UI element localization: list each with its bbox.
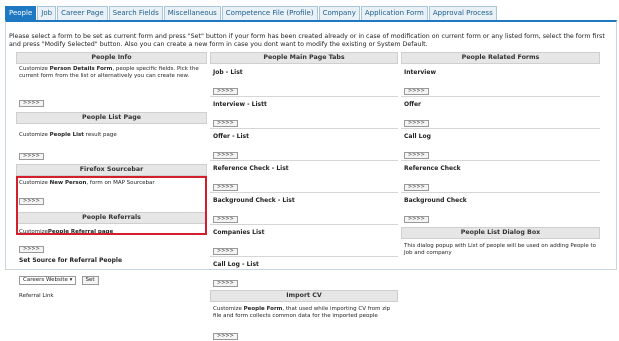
- related-form-label: Offer: [404, 101, 421, 108]
- tab-company[interactable]: Company: [318, 6, 360, 20]
- chevron-down-icon: ▾: [69, 277, 73, 283]
- main-tab-item-label: Job - List: [213, 69, 243, 76]
- right-column: People Related Forms Interview >>>> Offe…: [401, 52, 600, 259]
- import-cv-text: Customize People Form, that used while i…: [210, 302, 398, 322]
- divider: [210, 160, 398, 161]
- related-form-button[interactable]: >>>>: [404, 88, 429, 95]
- divider: [401, 160, 600, 161]
- divider: [401, 96, 600, 97]
- divider: [401, 192, 600, 193]
- main-tab-item-label: Background Check - List: [213, 197, 295, 204]
- people-info-text: Customize Person Details Form, people sp…: [16, 64, 207, 89]
- tab-miscellaneous[interactable]: Miscellaneous: [163, 6, 221, 20]
- related-form-button[interactable]: >>>>: [404, 152, 429, 159]
- tab-job[interactable]: Job: [37, 6, 57, 20]
- related-form-label: Background Check: [404, 197, 467, 204]
- referrals-button[interactable]: >>>>: [19, 246, 44, 253]
- main-tab-item-button[interactable]: >>>>: [213, 88, 238, 95]
- middle-column: People Main Page Tabs Job - List >>>> In…: [210, 52, 398, 341]
- intro-text: Please select a form to be set as curren…: [9, 33, 605, 48]
- main-tab-item-label: Call Log - List: [213, 261, 259, 268]
- people-info-text-bold: Person Details Form: [49, 66, 113, 72]
- divider: [210, 96, 398, 97]
- import-cv-text-bold: People Form: [243, 306, 283, 312]
- related-form-button[interactable]: >>>>: [404, 120, 429, 127]
- main-tab-item-label: Offer - List: [213, 133, 249, 140]
- tab-approval-process[interactable]: Approval Process: [428, 6, 497, 20]
- tab-search-fields[interactable]: Search Fields: [108, 6, 163, 20]
- dialog-box-header: People List Dialog Box: [401, 227, 600, 239]
- main-tab-item-label: Reference Check - List: [213, 165, 289, 172]
- referral-link[interactable]: Referral Link: [16, 291, 207, 302]
- tab-application-form[interactable]: Application Form: [360, 6, 428, 20]
- related-form-label: Reference Check: [404, 165, 461, 172]
- related-form-button[interactable]: >>>>: [404, 184, 429, 191]
- dialog-box-text: This dialog popup with List of people wi…: [404, 243, 596, 256]
- related-form-label: Call Log: [404, 133, 431, 140]
- divider: [210, 192, 398, 193]
- main-tab-item-button[interactable]: >>>>: [213, 184, 238, 191]
- referral-set-button[interactable]: Set: [81, 276, 99, 285]
- tab-people[interactable]: People: [5, 6, 37, 20]
- people-list-text-pre: Customize: [19, 132, 50, 138]
- tab-career-page[interactable]: Career Page: [57, 6, 108, 20]
- main-tabs-header: People Main Page Tabs: [210, 52, 398, 64]
- related-forms-header: People Related Forms: [401, 52, 600, 64]
- related-form-button[interactable]: >>>>: [404, 216, 429, 223]
- people-info-button[interactable]: >>>>: [19, 100, 44, 107]
- referral-source-row: Careers Website ▾ Set: [16, 266, 207, 285]
- referral-source-select[interactable]: Careers Website ▾: [19, 276, 77, 285]
- tab-competence-file[interactable]: Competence File (Profile): [221, 6, 318, 20]
- people-info-text-pre: Customize: [19, 66, 50, 72]
- divider: [210, 128, 398, 129]
- people-list-header: People List Page: [16, 112, 207, 124]
- main-tab-item-button[interactable]: >>>>: [213, 216, 238, 223]
- people-list-button[interactable]: >>>>: [19, 153, 44, 160]
- people-info-header: People Info: [16, 52, 207, 64]
- people-list-text-post: result page: [83, 132, 117, 138]
- import-cv-header: Import CV: [210, 290, 398, 302]
- main-tab-item-button[interactable]: >>>>: [213, 152, 238, 159]
- people-list-text-bold: People List: [49, 132, 84, 138]
- divider: [210, 224, 398, 225]
- main-tab-item-label: Companies List: [213, 229, 265, 236]
- referral-source-select-value: Careers Website: [23, 277, 68, 283]
- import-cv-text-pre: Customize: [213, 306, 244, 312]
- referral-source-label: Set Source for Referral People: [19, 257, 123, 264]
- referrals-highlight-box: [16, 176, 207, 235]
- main-tab-item-button[interactable]: >>>>: [213, 120, 238, 127]
- main-tab-item-button[interactable]: >>>>: [213, 248, 238, 255]
- divider: [401, 128, 600, 129]
- main-tab-item-label: Interview - Listt: [213, 101, 267, 108]
- related-form-label: Interview: [404, 69, 436, 76]
- divider: [210, 256, 398, 257]
- people-list-text: Customize People List result page: [16, 124, 207, 142]
- firefox-header: Firefox Sourcebar: [16, 164, 207, 176]
- import-cv-button[interactable]: >>>>: [213, 333, 238, 340]
- main-tab-item-button[interactable]: >>>>: [213, 280, 238, 287]
- top-tab-bar: People Job Career Page Search Fields Mis…: [5, 6, 498, 20]
